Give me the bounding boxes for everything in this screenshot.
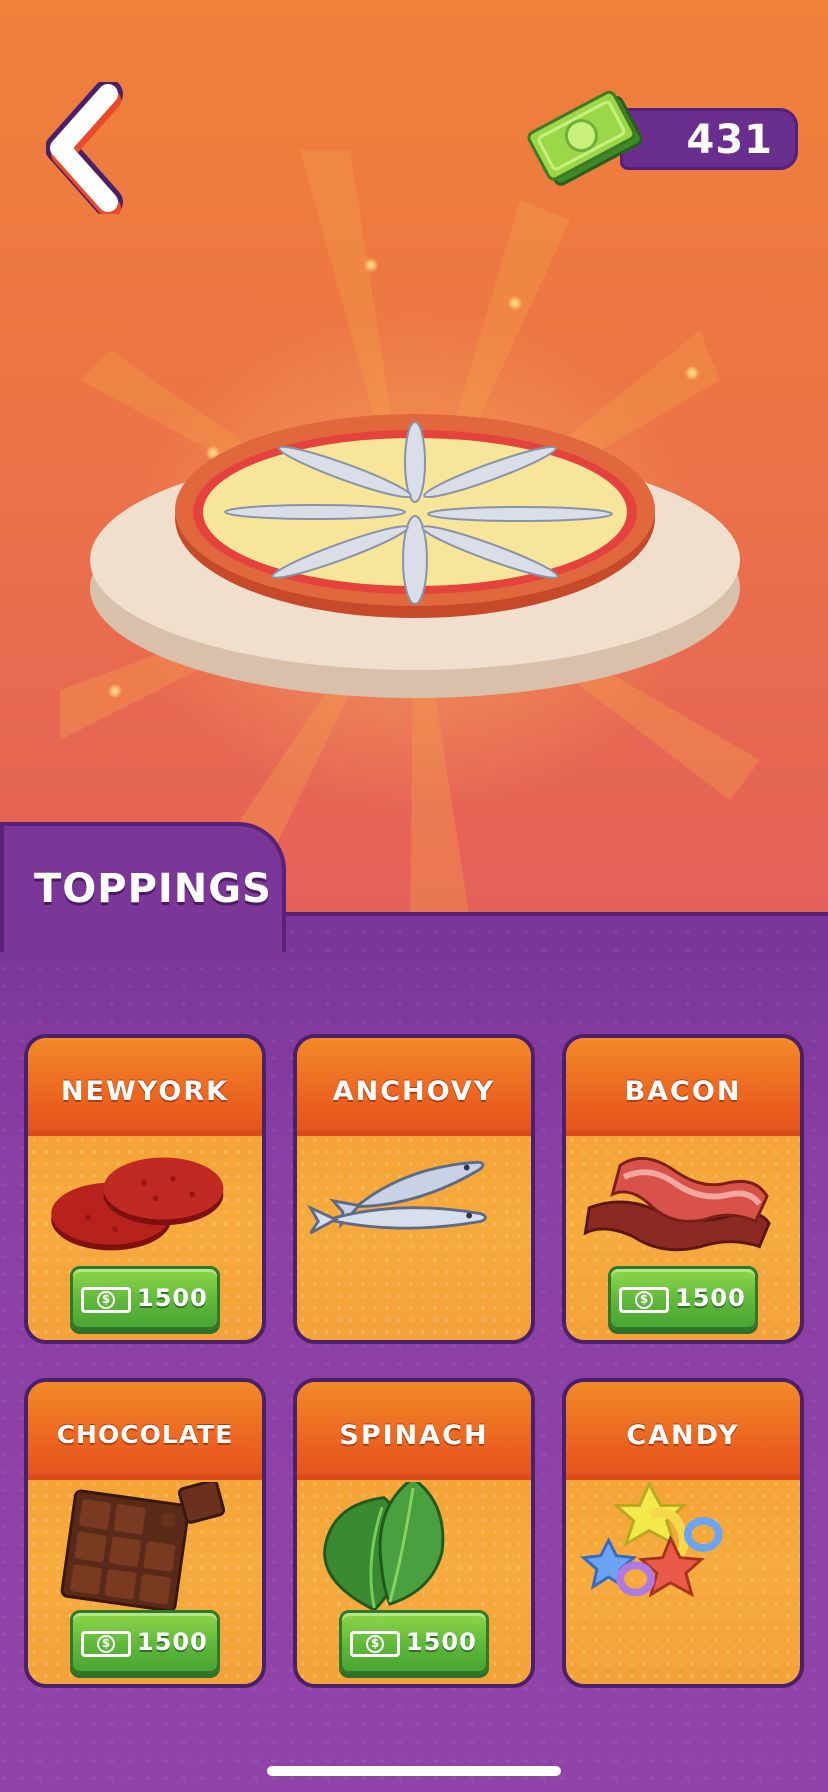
topping-name: ANCHOVY <box>332 1076 496 1107</box>
cash-icon: $ <box>350 1631 400 1657</box>
topping-card-newyork[interactable]: NEWYORK $ 1500 <box>24 1034 266 1344</box>
topping-card-chocolate[interactable]: CHOCOLATE $ 1500 <box>24 1378 266 1688</box>
topping-name: CHOCOLATE <box>56 1420 234 1449</box>
home-indicator[interactable] <box>267 1766 561 1776</box>
toppings-grid: NEWYORK $ 1500 ANCHOVY BACON $ 1500 CHOC… <box>24 1034 804 1694</box>
tab-toppings-label: TOPPINGS <box>34 866 272 912</box>
pepperoni-icon <box>51 1157 224 1251</box>
topping-name: NEWYORK <box>60 1076 230 1107</box>
topping-name: CANDY <box>626 1420 740 1451</box>
currency-counter: 431 <box>520 82 802 190</box>
topping-card-anchovy[interactable]: ANCHOVY <box>293 1034 535 1344</box>
cash-icon: $ <box>619 1287 669 1313</box>
price-value: 1500 <box>406 1628 477 1656</box>
spinach-icon <box>323 1482 445 1612</box>
topping-name: BACON <box>624 1076 742 1107</box>
cash-icon: $ <box>81 1287 131 1313</box>
cash-stack-icon <box>527 90 643 186</box>
topping-card-bacon[interactable]: BACON $ 1500 <box>562 1034 804 1344</box>
chevron-left-icon <box>45 79 123 219</box>
buy-button[interactable]: $ 1500 <box>70 1610 220 1674</box>
topping-name: SPINACH <box>339 1420 489 1451</box>
back-button[interactable] <box>45 79 130 219</box>
pizza-preview-scene: 431 <box>0 0 828 930</box>
buy-button[interactable]: $ 1500 <box>70 1266 220 1330</box>
tab-toppings[interactable]: TOPPINGS <box>0 822 286 952</box>
sparkle <box>508 296 522 310</box>
bacon-icon <box>583 1157 771 1252</box>
price-value: 1500 <box>137 1284 208 1312</box>
buy-button[interactable]: $ 1500 <box>339 1610 489 1674</box>
candy-icon <box>579 1482 723 1598</box>
anchovy-icon <box>307 1160 487 1235</box>
currency-value: 431 <box>686 117 773 163</box>
buy-button[interactable]: $ 1500 <box>608 1266 758 1330</box>
chocolate-icon <box>60 1482 226 1612</box>
cash-icon: $ <box>81 1631 131 1657</box>
pizza-preview <box>90 414 740 698</box>
topping-card-spinach[interactable]: SPINACH $ 1500 <box>293 1378 535 1688</box>
price-value: 1500 <box>137 1628 208 1656</box>
topping-card-candy[interactable]: CANDY <box>562 1378 804 1688</box>
sparkle <box>685 366 699 380</box>
sparkle <box>364 258 378 272</box>
price-value: 1500 <box>675 1284 746 1312</box>
